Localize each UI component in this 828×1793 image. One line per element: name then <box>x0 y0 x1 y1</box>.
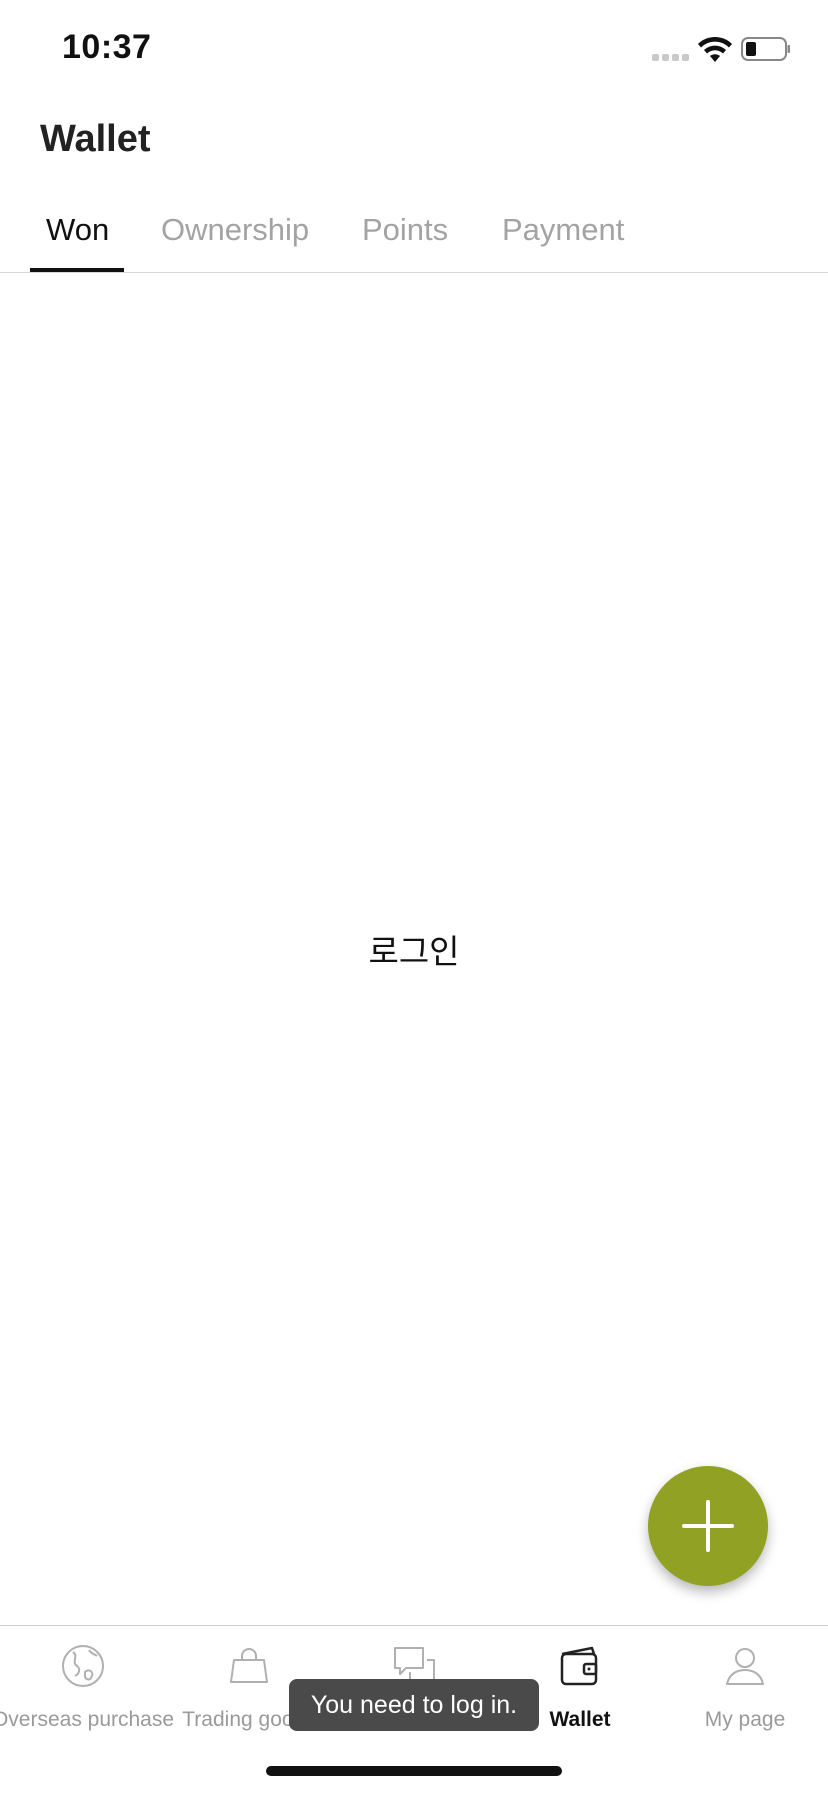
nav-item-my-page[interactable]: My page <box>662 1626 828 1746</box>
page-title: Wallet <box>40 118 151 160</box>
tab-bar: Won Ownership Points Payment <box>0 200 828 273</box>
status-bar: 10:37 <box>0 0 828 100</box>
tab-won[interactable]: Won <box>30 210 124 272</box>
status-time: 10:37 <box>62 28 152 66</box>
wallet-icon <box>560 1646 598 1686</box>
login-required-toast: You need to log in. <box>289 1679 539 1731</box>
home-indicator[interactable] <box>266 1766 562 1776</box>
add-button[interactable] <box>648 1466 768 1586</box>
globe-icon <box>62 1645 104 1687</box>
nav-label-my-page: My page <box>704 1708 786 1731</box>
login-link[interactable]: 로그인 <box>0 925 828 973</box>
tab-points[interactable]: Points <box>346 210 464 272</box>
battery-icon <box>741 37 790 61</box>
shopping-bag-icon <box>230 1648 268 1683</box>
plus-icon <box>682 1500 734 1552</box>
cellular-signal-icon <box>652 54 689 61</box>
person-icon <box>726 1648 764 1685</box>
wifi-icon <box>698 36 732 62</box>
tab-ownership[interactable]: Ownership <box>145 210 325 272</box>
tab-payment[interactable]: Payment <box>486 210 640 272</box>
